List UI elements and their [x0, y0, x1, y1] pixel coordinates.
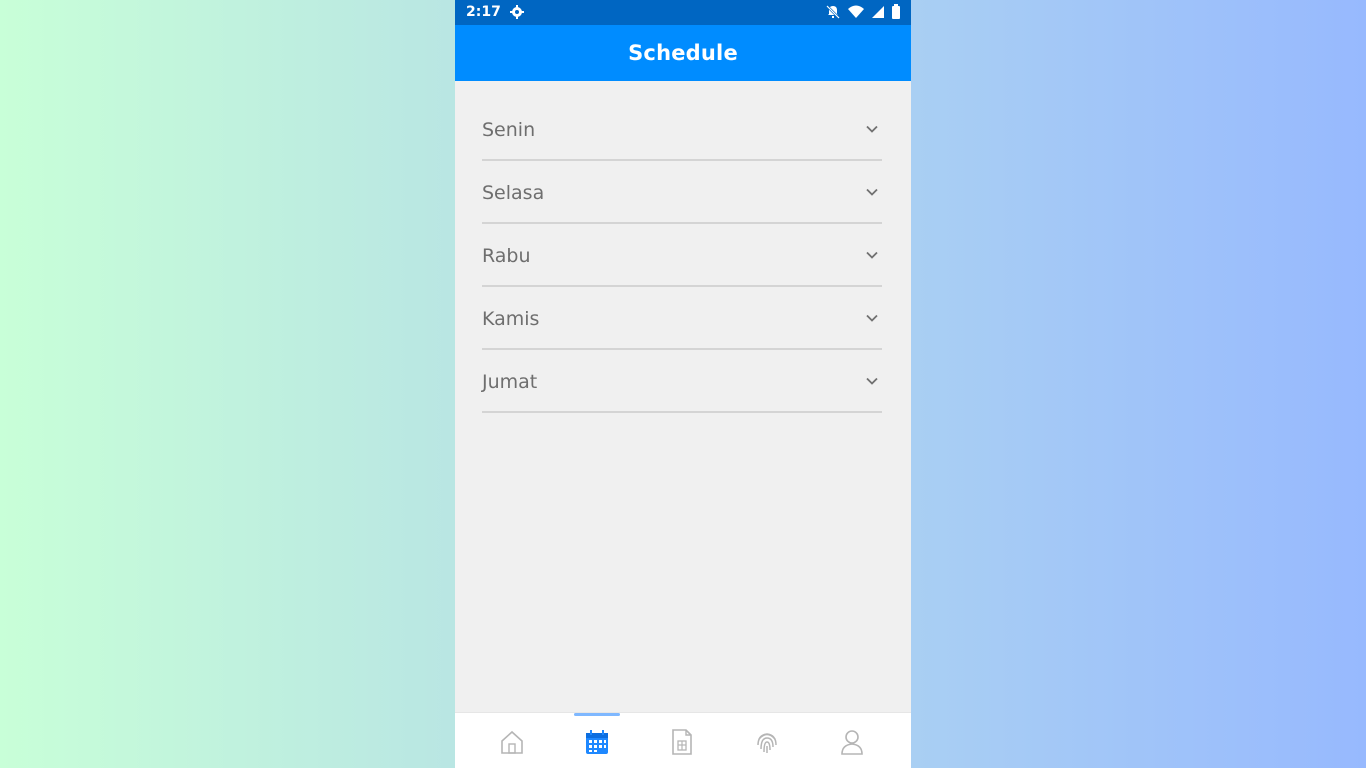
day-list: Senin Selasa Rabu Kamis Jumat [482, 99, 882, 413]
bottom-navigation [455, 712, 911, 768]
status-time: 2:17 [466, 4, 501, 20]
day-label: Jumat [482, 370, 538, 393]
nav-schedule[interactable] [569, 713, 625, 768]
day-label: Selasa [482, 181, 545, 204]
day-row-selasa[interactable]: Selasa [482, 161, 882, 224]
status-bar: 2:17 [455, 0, 911, 25]
nav-profile[interactable] [824, 713, 880, 768]
app-bar: Schedule [455, 25, 911, 81]
chevron-down-icon[interactable] [864, 373, 880, 389]
chevron-down-icon[interactable] [864, 184, 880, 200]
chevron-down-icon[interactable] [864, 121, 880, 137]
nav-attendance[interactable] [739, 713, 795, 768]
fingerprint-icon [757, 733, 777, 753]
nav-documents[interactable] [654, 713, 710, 768]
chevron-down-icon[interactable] [864, 310, 880, 326]
profile-icon [841, 730, 863, 755]
calendar-icon [586, 730, 608, 754]
nav-home[interactable] [484, 713, 540, 768]
day-row-jumat[interactable]: Jumat [482, 350, 882, 413]
document-icon [672, 729, 692, 755]
page-title: Schedule [628, 41, 738, 65]
home-icon [501, 730, 523, 754]
day-row-rabu[interactable]: Rabu [482, 224, 882, 287]
chevron-down-icon[interactable] [864, 247, 880, 263]
wifi-icon [848, 5, 864, 18]
day-row-senin[interactable]: Senin [482, 99, 882, 161]
battery-icon [892, 4, 900, 19]
settings-icon [510, 5, 524, 19]
day-label: Kamis [482, 307, 540, 330]
notifications-off-icon [826, 5, 840, 19]
day-label: Rabu [482, 244, 531, 267]
status-icons [825, 3, 901, 21]
day-row-kamis[interactable]: Kamis [482, 287, 882, 350]
phone-screen: 2:17 Schedule Senin Selasa Rabu Kamis Ju… [455, 0, 911, 768]
signal-icon [872, 6, 884, 18]
day-label: Senin [482, 119, 536, 141]
